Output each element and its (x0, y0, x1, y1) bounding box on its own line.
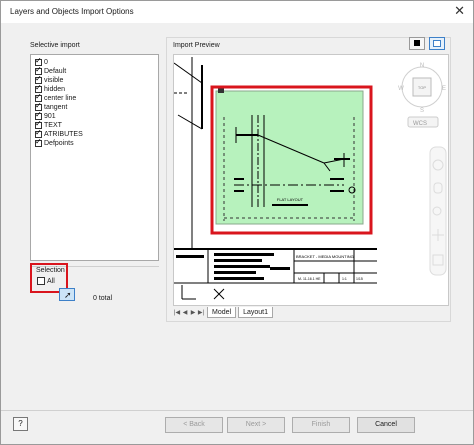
preview-canvas[interactable]: FLAT LAYOUT BRACKET - MEDIA MOUNTING M- … (173, 54, 449, 306)
viewcube-south-label: S (420, 108, 424, 114)
import-preview-label: Import Preview (173, 42, 220, 49)
viewcube-north-label: N (420, 63, 424, 69)
flat-layout-label: FLAT LAYOUT (277, 197, 304, 202)
import-options-dialog: Layers and Objects Import Options ✕ Sele… (0, 0, 474, 445)
cursor-arrow-icon: ➚ (64, 290, 72, 300)
title-block-title: BRACKET - MEDIA MOUNTING (296, 254, 354, 259)
footer-separator (1, 410, 473, 411)
selective-import-label: Selective import (30, 42, 80, 49)
finish-button[interactable]: Finish (292, 417, 350, 433)
title-block-sheet: 1/15 (356, 277, 363, 281)
viewcube-east-label: E (442, 86, 446, 92)
title-block-text-block (214, 265, 270, 268)
navigation-bar (429, 146, 447, 276)
viewcube-top-label: TOP (418, 85, 426, 90)
title-block-text-block (214, 259, 262, 262)
layer-name-label: TEXT (44, 122, 62, 129)
last-tab-arrow-icon[interactable]: ▶| (197, 309, 205, 316)
layer-name-label: ATRIBUTES (44, 131, 83, 138)
drawing-svg: FLAT LAYOUT BRACKET - MEDIA MOUNTING M- … (174, 57, 447, 300)
wcs-label: WCS (413, 121, 427, 127)
frame-line (174, 62, 203, 84)
title-block-text-block (214, 253, 274, 256)
prev-tab-arrow-icon[interactable]: ◀ (181, 309, 189, 316)
next-button[interactable]: Next > (227, 417, 285, 433)
help-button[interactable]: ? (13, 417, 28, 431)
title-bar: Layers and Objects Import Options ✕ (1, 1, 473, 23)
layer-checkbox[interactable] (35, 137, 42, 147)
selection-total: 0 total (93, 295, 113, 302)
next-tab-arrow-icon[interactable]: ▶ (189, 309, 197, 316)
tab-model[interactable]: Model (207, 306, 237, 318)
dialog-title: Layers and Objects Import Options (10, 7, 134, 16)
viewcube-west-label: W (398, 86, 404, 92)
title-block-text-block (214, 271, 256, 274)
back-button[interactable]: < Back (165, 417, 223, 433)
layer-name-label: tangent (44, 104, 68, 111)
cancel-button[interactable]: Cancel (357, 417, 415, 433)
tab-layout1[interactable]: Layout1 (238, 306, 273, 318)
layer-name-label: Default (44, 68, 67, 75)
first-tab-arrow-icon[interactable]: |◀ (173, 309, 181, 316)
frame-line (177, 114, 203, 130)
white-square-icon (433, 40, 441, 47)
title-block-scale: 1:1 (342, 277, 347, 281)
layer-list-item[interactable]: ATRIBUTES (35, 128, 83, 139)
layout-tab-bar: |◀ ◀ ▶ ▶| Model Layout1 (173, 306, 449, 318)
layer-list-item[interactable]: Defpoints (35, 137, 74, 148)
layer-name-label: Defpoints (44, 140, 74, 147)
black-square-icon (414, 40, 420, 46)
black-background-button[interactable] (409, 37, 425, 50)
layer-name-label: visible (44, 77, 64, 84)
layer-name-label: 0 (44, 59, 48, 66)
title-block-text-block (176, 255, 204, 258)
title-block-text-block (214, 277, 264, 280)
layer-name-label: center line (44, 95, 77, 102)
sheet-marker (218, 88, 224, 93)
close-icon[interactable]: ✕ (454, 4, 465, 18)
title-block-code: M- 11-16.1 HE (298, 277, 321, 281)
white-background-button[interactable] (429, 37, 445, 50)
select-objects-button[interactable]: ➚ (59, 288, 75, 301)
layer-list[interactable]: 0 Default visible hidden center line tangent 9… (30, 54, 159, 261)
layer-name-label: hidden (44, 86, 66, 93)
layer-name-label: 901 (44, 113, 56, 120)
title-block-text-block (270, 267, 290, 270)
